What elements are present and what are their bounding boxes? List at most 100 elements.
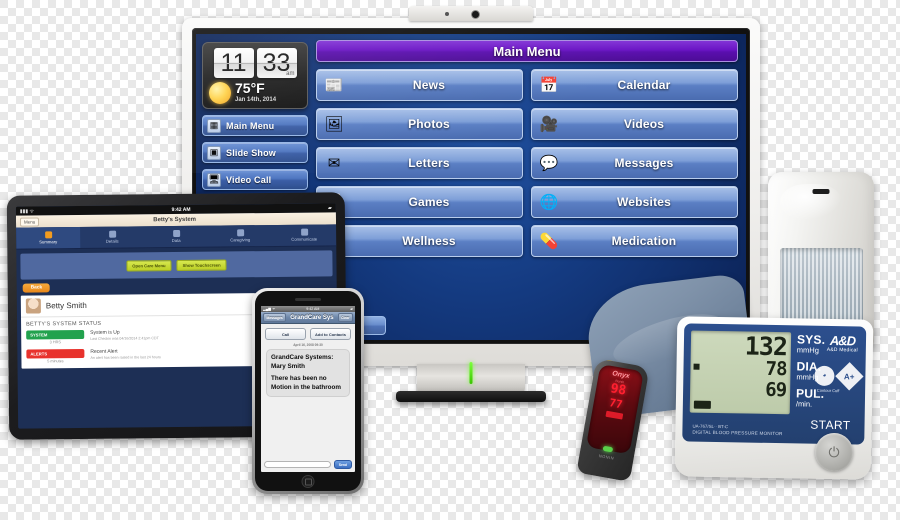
clock-ampm: am [286, 71, 295, 77]
tab-details[interactable]: Details [80, 226, 144, 248]
send-button[interactable]: Send [333, 460, 352, 469]
bp-model-block: UA-767/SL·· BT-C DIGITAL BLOOD PRESSURE … [692, 424, 782, 438]
menu-item-games[interactable]: 🃏 Games [316, 186, 523, 218]
menu-item-label: Videos [623, 117, 665, 131]
menu-item-wellness[interactable]: 🧰 Wellness [316, 225, 523, 257]
menu-item-label: Games [408, 195, 450, 209]
monitor-stand-base [396, 391, 546, 402]
menu-item-medication[interactable]: 💊 Medication [531, 225, 738, 257]
message-bubble: GrandCare Systems: Mary Smith There has … [266, 349, 350, 397]
diastolic-row: 78 [693, 357, 787, 381]
phone-screen: ▂▄▆ ᯤ 9:42 AM ▰ Messages GrandCare Sys C… [261, 306, 355, 472]
bp-monitor-faceplate: 132 78 69 SYS. mmHg DIA. mmHg PUL. /min.… [682, 323, 867, 445]
video-call-icon: 🖥 [207, 172, 221, 187]
phone-body: ▂▄▆ ᯤ 9:42 AM ▰ Messages GrandCare Sys C… [255, 291, 361, 491]
start-power-button[interactable]: ⏻ [814, 432, 854, 472]
webcam-led-icon [445, 12, 449, 16]
message-timestamp: April 16, 2008 09:30 [293, 343, 323, 347]
phone-signal-icon: ▂▄▆ ᯤ [263, 306, 276, 311]
photos-icon: 🖼 [324, 115, 344, 133]
pulse-oximeter-display: Onyx Nonin 98 77 [585, 363, 644, 455]
systolic-value: 132 [744, 331, 788, 362]
tablet-back-button[interactable]: Back [22, 283, 51, 293]
blood-pressure-monitor-device: 132 78 69 SYS. mmHg DIA. mmHg PUL. /min.… [674, 316, 874, 480]
menu-item-label: Medication [611, 234, 677, 248]
menu-item-label: Letters [408, 156, 450, 170]
video-camera-icon: 🎥 [539, 115, 559, 133]
status-badge-sub: 3 HRS [49, 340, 61, 345]
details-icon [108, 230, 116, 238]
menu-item-messages[interactable]: 💬 Messages [531, 147, 738, 179]
sidebar-item-video-call[interactable]: 🖥 Video Call [202, 169, 308, 190]
heartbeat-icon [693, 400, 711, 409]
pulse-bar-icon [604, 410, 623, 420]
call-button[interactable]: Call [265, 328, 306, 340]
tab-label: Communicate [291, 236, 318, 242]
motion-sensor-highlight [780, 184, 842, 220]
data-icon [172, 229, 180, 238]
sidebar-item-slide-show[interactable]: ▣ Slide Show [202, 142, 308, 163]
status-led-icon [812, 189, 830, 194]
bp-brand-block: A&D A&D Medical [826, 333, 858, 354]
tab-label: Summary [39, 239, 58, 245]
lcd-indicator-icon [693, 363, 700, 370]
tablet-menu-button[interactable]: Menu [19, 216, 40, 227]
add-to-contacts-button[interactable]: Add to Contacts [310, 328, 351, 340]
tablet-status-time: 9:42 AM [171, 206, 191, 213]
tablet-battery-icon: ▰ [327, 204, 332, 211]
tablet-title: Betty's System [153, 216, 197, 224]
show-touchscreen-button[interactable]: Show Touchscreen [176, 258, 227, 271]
caregiving-icon [236, 229, 244, 237]
status-info: System is Up Last Checkin was 04/16/2014… [90, 329, 159, 344]
menu-item-label: Websites [616, 195, 672, 209]
phone-action-row: Call Add to Contacts [261, 324, 355, 340]
tab-caregiving[interactable]: Caregiving [208, 225, 272, 247]
bp-badge-row: ◕ A+ [814, 362, 864, 391]
menu-item-calendar[interactable]: 📅 Calendar [531, 69, 738, 101]
menu-item-label: Photos [408, 117, 450, 131]
tab-communicate[interactable]: Communicate [272, 224, 336, 246]
message-line-2: There has been no Motion in the bathroom [271, 375, 341, 391]
brand-subtitle: A&D Medical [826, 346, 858, 354]
phone-earpiece [295, 298, 321, 301]
status-detail: Last Checkin was 04/16/2014 2:41pm CDT [90, 336, 159, 341]
start-label: START [810, 417, 851, 433]
phone-home-button[interactable] [301, 475, 315, 488]
clear-button[interactable]: Clear [337, 313, 353, 322]
menu-item-letters[interactable]: ✉ Letters [316, 147, 523, 179]
main-menu-icon: ▦ [207, 118, 221, 133]
smartphone-device: ▂▄▆ ᯤ 9:42 AM ▰ Messages GrandCare Sys C… [252, 288, 364, 494]
status-info: Recent Alert An alert has been raised in… [90, 348, 160, 363]
sidebar-item-label: Main Menu [226, 120, 275, 131]
pulse-oximeter-device: Onyx Nonin 98 77 NONIN [576, 358, 650, 482]
status-badge-column: SYSTEM 3 HRS [26, 329, 85, 345]
status-badge-column: ALERTS 5 minutes [26, 348, 85, 364]
slideshow-icon: ▣ [207, 145, 221, 160]
open-care-menu-button[interactable]: Open Care Menu [126, 259, 172, 272]
person-name: Betty Smith [45, 300, 87, 311]
phone-battery-icon: ▰ [350, 307, 353, 311]
sidebar-item-main-menu[interactable]: ▦ Main Menu [202, 115, 308, 136]
calendar-icon: 📅 [539, 76, 559, 94]
summary-icon [44, 231, 52, 239]
menu-item-news[interactable]: 📰 News [316, 69, 523, 101]
menu-item-websites[interactable]: 🌐 Websites [531, 186, 738, 218]
globe-icon: 🌐 [539, 193, 559, 211]
tab-data[interactable]: Data [144, 226, 208, 248]
phone-compose-row: Send [261, 457, 355, 472]
message-input[interactable] [264, 461, 331, 468]
webcam-lens-icon [472, 11, 479, 18]
diastolic-value: 78 [765, 357, 787, 381]
messages-back-button[interactable]: Messages [263, 313, 287, 322]
sidebar-item-label: Video Call [226, 174, 272, 185]
status-heading: Recent Alert [90, 348, 118, 355]
status-badge-sub: 5 minutes [47, 359, 64, 364]
menu-item-label: Calendar [617, 78, 671, 92]
tab-summary[interactable]: Summary [16, 227, 81, 249]
menu-item-videos[interactable]: 🎥 Videos [531, 108, 738, 140]
scene: 11 33 am 75°F Jan 14th, 2014 ▦ Main Menu… [0, 0, 900, 520]
pill-bottle-icon: 💊 [539, 232, 559, 250]
menu-item-photos[interactable]: 🖼 Photos [316, 108, 523, 140]
weather-row: 75°F Jan 14th, 2014 [208, 81, 302, 104]
phone-navbar: Messages GrandCare Sys Clear [261, 312, 355, 324]
